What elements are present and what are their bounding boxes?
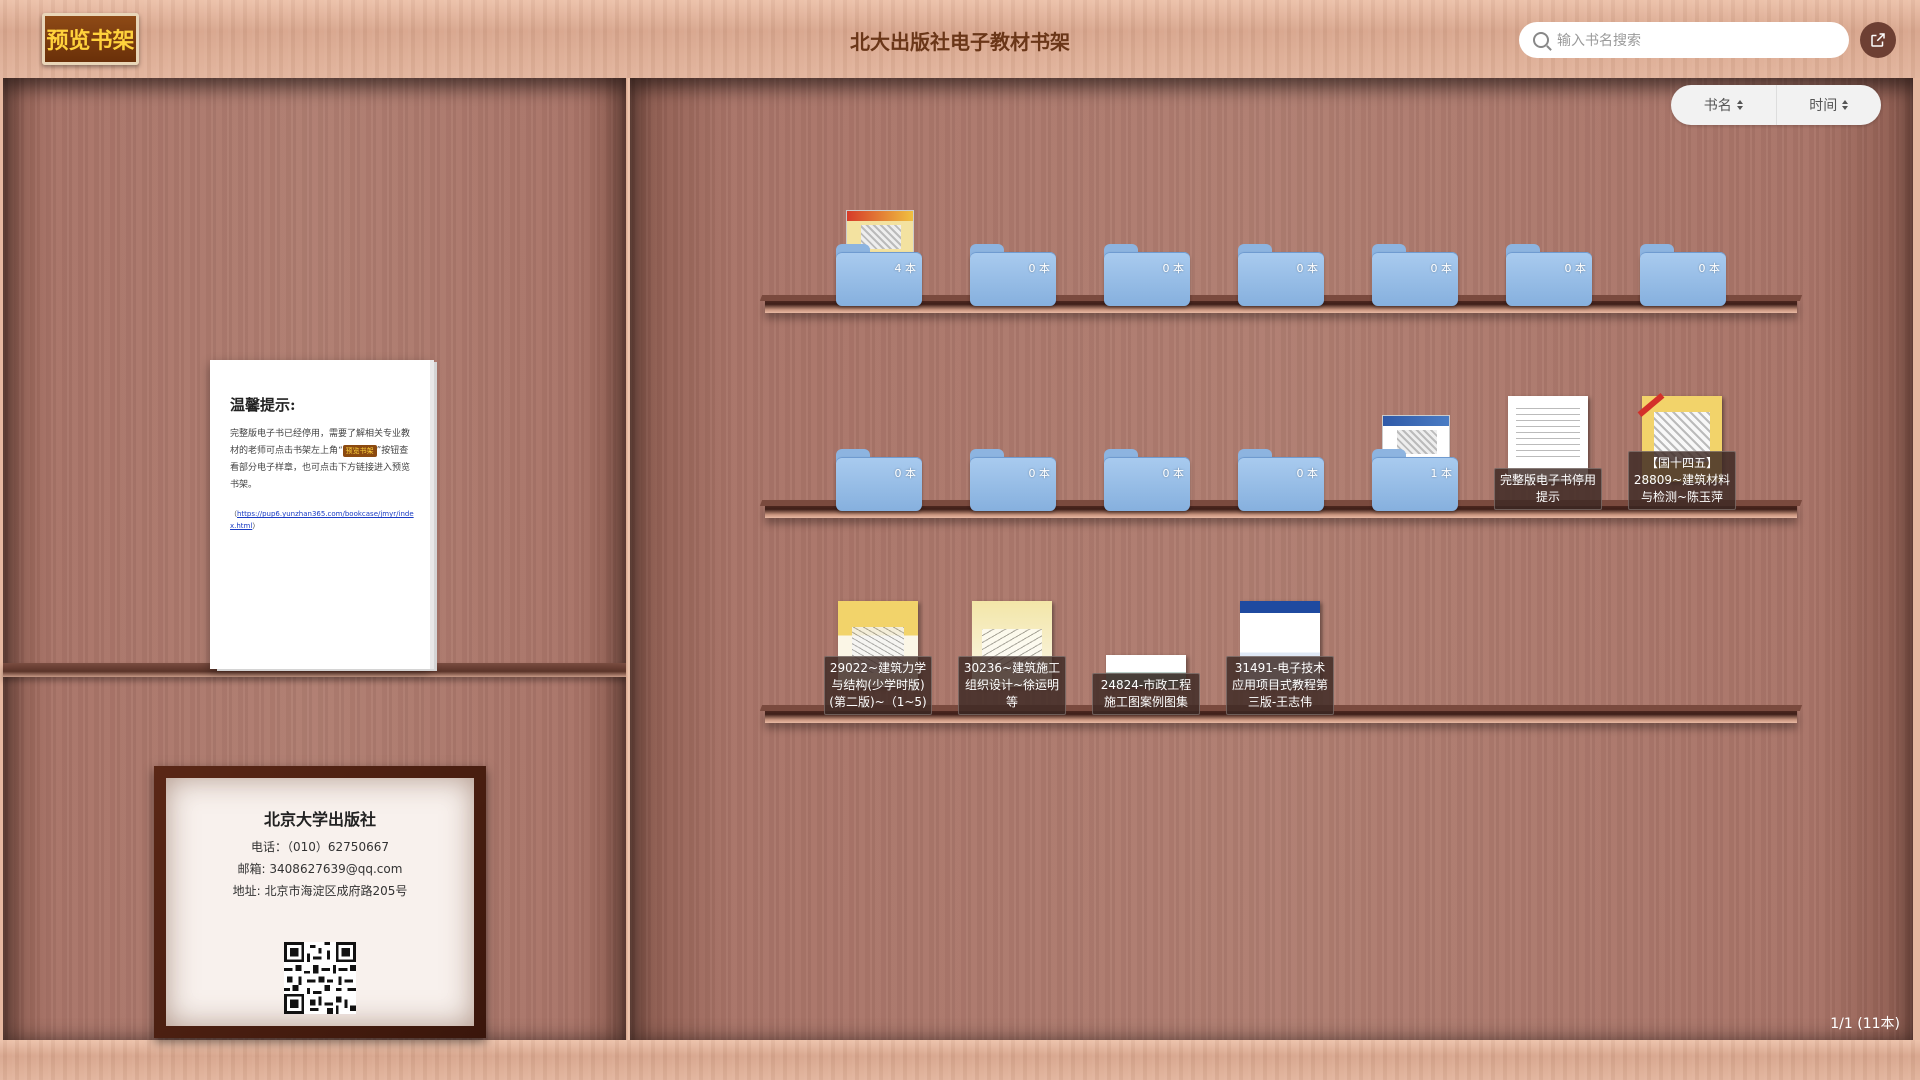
search-input[interactable]: 输入书名搜索 — [1519, 22, 1849, 58]
bottom-bar — [0, 1040, 1920, 1080]
book-item[interactable]: 【国十四五】28809~建筑材料与检测~陈玉萍 — [1628, 394, 1736, 510]
folder-item[interactable]: 0 本 — [1104, 449, 1190, 511]
folder-item[interactable]: 0 本 — [1372, 244, 1458, 306]
contact-org: 北京大学出版社 — [263, 810, 376, 829]
search-placeholder: 输入书名搜索 — [1557, 33, 1641, 49]
folder-count: 0 本 — [1162, 262, 1185, 275]
contact-address: 地址: 北京市海淀区成府路205号 — [232, 884, 408, 898]
external-link-icon — [1871, 33, 1885, 47]
folder-count: 0 本 — [1162, 467, 1185, 480]
folder-count: 1 本 — [1430, 467, 1453, 480]
top-bar: 预览书架 北大出版社电子教材书架 输入书名搜索 — [0, 0, 1920, 78]
notice-title: 温馨提示: — [230, 396, 296, 414]
notice-body: 完整版电子书已经停用，需要了解相关专业教材的老师可点击书架左上角“ 预览书架 ”按钮… — [230, 426, 416, 494]
folder-count: 0 本 — [894, 467, 917, 480]
link-prefix: （ — [230, 510, 237, 518]
sort-bar: 书名 时间 — [1671, 85, 1881, 125]
folder-count: 0 本 — [1296, 467, 1319, 480]
folder-item[interactable]: 0 本 — [1238, 244, 1324, 306]
folder-item[interactable]: 0 本 — [836, 449, 922, 511]
contact-email: 邮箱: 3408627639@qq.com — [237, 862, 403, 876]
folder-item[interactable]: 1 本 — [1372, 415, 1458, 511]
sort-by-name-button[interactable]: 书名 — [1671, 85, 1776, 125]
book-title: 完整版电子书停用提示 — [1494, 468, 1602, 510]
book-item[interactable]: 29022~建筑力学与结构(少学时版)(第二版)~（1~5) — [824, 599, 932, 715]
book-title: 29022~建筑力学与结构(少学时版)(第二版)~（1~5) — [824, 656, 932, 715]
folder-count: 0 本 — [1430, 262, 1453, 275]
link-suffix: ） — [252, 522, 260, 530]
book-title: 30236~建筑施工组织设计~徐运明等 — [958, 656, 1066, 715]
book-item[interactable]: 24824-市政工程施工图案例图集 — [1092, 599, 1200, 715]
main-bookshelf — [630, 78, 1917, 1040]
book-title: 31491-电子技术应用项目式教程第三版-王志伟 — [1226, 656, 1334, 715]
sort-by-time-button[interactable]: 时间 — [1775, 85, 1882, 125]
search-icon — [1533, 32, 1549, 48]
sort-by-name-label: 书名 — [1703, 98, 1732, 114]
folder-item[interactable]: 0 本 — [1238, 449, 1324, 511]
contact-card: 北京大学出版社 电话：（010）62750667 邮箱: 3408627639@… — [154, 766, 486, 1038]
book-title: 24824-市政工程施工图案例图集 — [1092, 673, 1200, 715]
folder-count: 0 本 — [1028, 467, 1051, 480]
pagination-info: 1/1 (11本) — [1830, 1016, 1900, 1032]
book-item[interactable]: 30236~建筑施工组织设计~徐运明等 — [958, 599, 1066, 715]
notice-tag: 预览书架 — [342, 445, 377, 457]
sort-by-time-label: 时间 — [1809, 98, 1838, 114]
notice-link-line: （https://pup6.yunzhan365.com/bookcase/jm… — [230, 508, 416, 532]
folder-item[interactable]: 0 本 — [970, 244, 1056, 306]
sort-arrows-icon — [1842, 99, 1849, 111]
book-title: 【国十四五】28809~建筑材料与检测~陈玉萍 — [1628, 451, 1736, 510]
folder-item[interactable]: 0 本 — [970, 449, 1056, 511]
qr-code-icon — [284, 942, 356, 1014]
book-item[interactable]: 完整版电子书停用提示 — [1494, 394, 1602, 510]
folder-count: 0 本 — [1028, 262, 1051, 275]
folder-count: 0 本 — [1296, 262, 1319, 275]
contact-phone: 电话：（010）62750667 — [251, 840, 389, 854]
folder-count: 0 本 — [1564, 262, 1587, 275]
folder-item[interactable]: 4 本 — [836, 210, 922, 306]
notice-book[interactable]: 温馨提示: 完整版电子书已经停用，需要了解相关专业教材的老师可点击书架左上角“ 预… — [210, 360, 430, 669]
sort-arrows-icon — [1736, 99, 1743, 111]
book-item[interactable]: 31491-电子技术应用项目式教程第三版-王志伟 — [1226, 599, 1334, 715]
cabinet-right-edge — [1913, 78, 1920, 1040]
external-link-button[interactable] — [1860, 22, 1896, 58]
folder-count: 4 本 — [894, 262, 917, 275]
folder-item[interactable]: 0 本 — [1640, 244, 1726, 306]
folder-item[interactable]: 0 本 — [1104, 244, 1190, 306]
folder-count: 0 本 — [1698, 262, 1721, 275]
folder-item[interactable]: 0 本 — [1506, 244, 1592, 306]
